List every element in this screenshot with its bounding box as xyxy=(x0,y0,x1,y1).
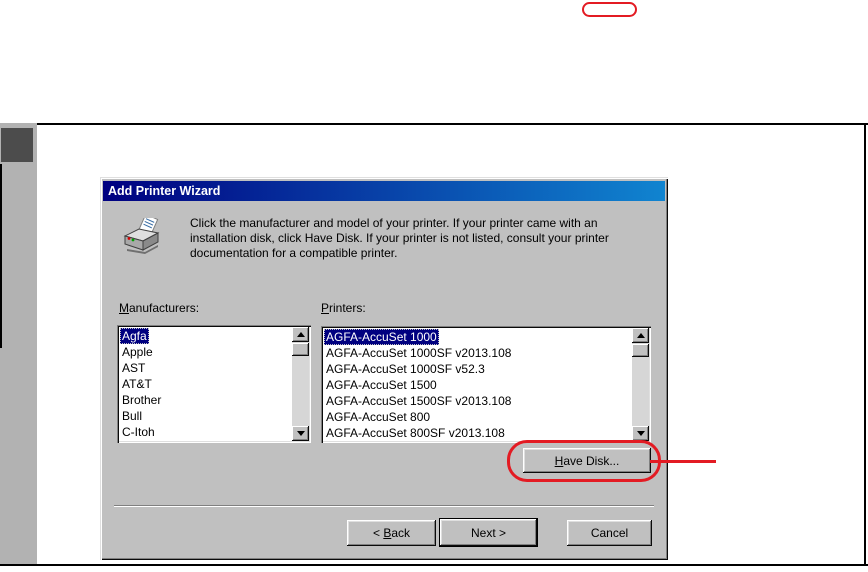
dialog-titlebar[interactable]: Add Printer Wizard xyxy=(103,181,665,201)
instruction-line-1: Click the manufacturer and model of your… xyxy=(190,216,598,230)
page-top-rule xyxy=(37,123,868,125)
back-button[interactable]: < Back xyxy=(347,520,436,546)
next-button[interactable]: Next > xyxy=(439,518,538,547)
instruction-line-3: documentation for a compatible printer. xyxy=(190,246,398,260)
documentation-page: Add Printer Wizard Click the manufacture… xyxy=(0,0,868,572)
printer-item[interactable]: AGFA-AccuSet 1000SF v2013.108 xyxy=(324,345,629,361)
manufacturers-label: Manufacturers: xyxy=(119,301,199,315)
scroll-up-button[interactable] xyxy=(632,328,649,343)
printers-listbox[interactable]: AGFA-AccuSet 1000 AGFA-AccuSet 1000SF v2… xyxy=(321,326,651,443)
printer-item[interactable]: AGFA-AccuSet 800 xyxy=(324,409,629,425)
scroll-down-icon xyxy=(296,431,305,436)
next-label: Next > xyxy=(470,525,506,540)
printer-item[interactable]: AGFA-AccuSet 800SF v2013.108 xyxy=(324,425,629,440)
page-side-strip xyxy=(0,164,2,348)
instruction-text: Click the manufacturer and model of your… xyxy=(190,216,609,261)
red-leader-line xyxy=(650,460,716,463)
printers-label-rest: rinters: xyxy=(329,301,366,315)
instruction-line-2: installation disk, click Have Disk. If y… xyxy=(190,231,609,245)
manufacturers-scrollbar[interactable] xyxy=(292,327,309,441)
scroll-down-button[interactable] xyxy=(632,426,649,441)
dialog-title: Add Printer Wizard xyxy=(108,184,221,198)
cancel-button[interactable]: Cancel xyxy=(567,520,652,546)
manufacturer-item[interactable]: Brother xyxy=(120,392,289,408)
printer-item[interactable]: AGFA-AccuSet 1000SF v52.3 xyxy=(324,361,629,377)
manufacturers-rows: Agfa Apple AST AT&T Brother Bull C-Itoh xyxy=(120,328,289,440)
back-label: < Back xyxy=(372,526,411,540)
manufacturer-item[interactable]: Bull xyxy=(120,408,289,424)
manufacturers-label-accel: M xyxy=(119,301,129,315)
scrollbar-thumb[interactable] xyxy=(292,343,309,356)
page-side-bar xyxy=(0,123,37,564)
cancel-label: Cancel xyxy=(590,526,629,540)
printer-item[interactable]: AGFA-AccuSet 1000 xyxy=(324,329,629,345)
printers-scrollbar[interactable] xyxy=(632,328,649,441)
next-button-face: Next > xyxy=(440,519,537,546)
printer-item[interactable]: AGFA-AccuSet 1500SF v2013.108 xyxy=(324,393,629,409)
manufacturer-item[interactable]: C-Itoh xyxy=(120,424,289,440)
printer-item[interactable]: AGFA-AccuSet 1500 xyxy=(324,377,629,393)
scroll-down-icon xyxy=(636,431,645,436)
dialog-separator xyxy=(114,505,654,507)
manufacturer-item[interactable]: AT&T xyxy=(120,376,289,392)
printers-label-accel: P xyxy=(321,301,330,315)
page-side-square xyxy=(1,128,33,162)
page-right-rule xyxy=(864,123,866,566)
manufacturers-listbox[interactable]: Agfa Apple AST AT&T Brother Bull C-Itoh xyxy=(117,325,311,443)
scroll-down-button[interactable] xyxy=(292,426,309,441)
printers-label: Printers: xyxy=(321,301,366,315)
scroll-up-icon xyxy=(636,333,645,338)
manufacturer-item[interactable]: Agfa xyxy=(120,328,289,344)
page-bottom-rule xyxy=(0,564,868,566)
manufacturer-item[interactable]: AST xyxy=(120,360,289,376)
manufacturers-label-rest: anufacturers: xyxy=(129,301,200,315)
red-callout-oval-top xyxy=(582,2,637,17)
manufacturer-item[interactable]: Apple xyxy=(120,344,289,360)
scroll-up-icon xyxy=(296,332,305,337)
scrollbar-thumb[interactable] xyxy=(632,344,649,357)
printers-rows: AGFA-AccuSet 1000 AGFA-AccuSet 1000SF v2… xyxy=(324,329,629,440)
add-printer-wizard-dialog: Add Printer Wizard Click the manufacture… xyxy=(100,177,668,560)
printer-icon xyxy=(123,218,160,254)
scroll-up-button[interactable] xyxy=(292,327,309,342)
red-callout-oval-have-disk xyxy=(507,440,661,482)
